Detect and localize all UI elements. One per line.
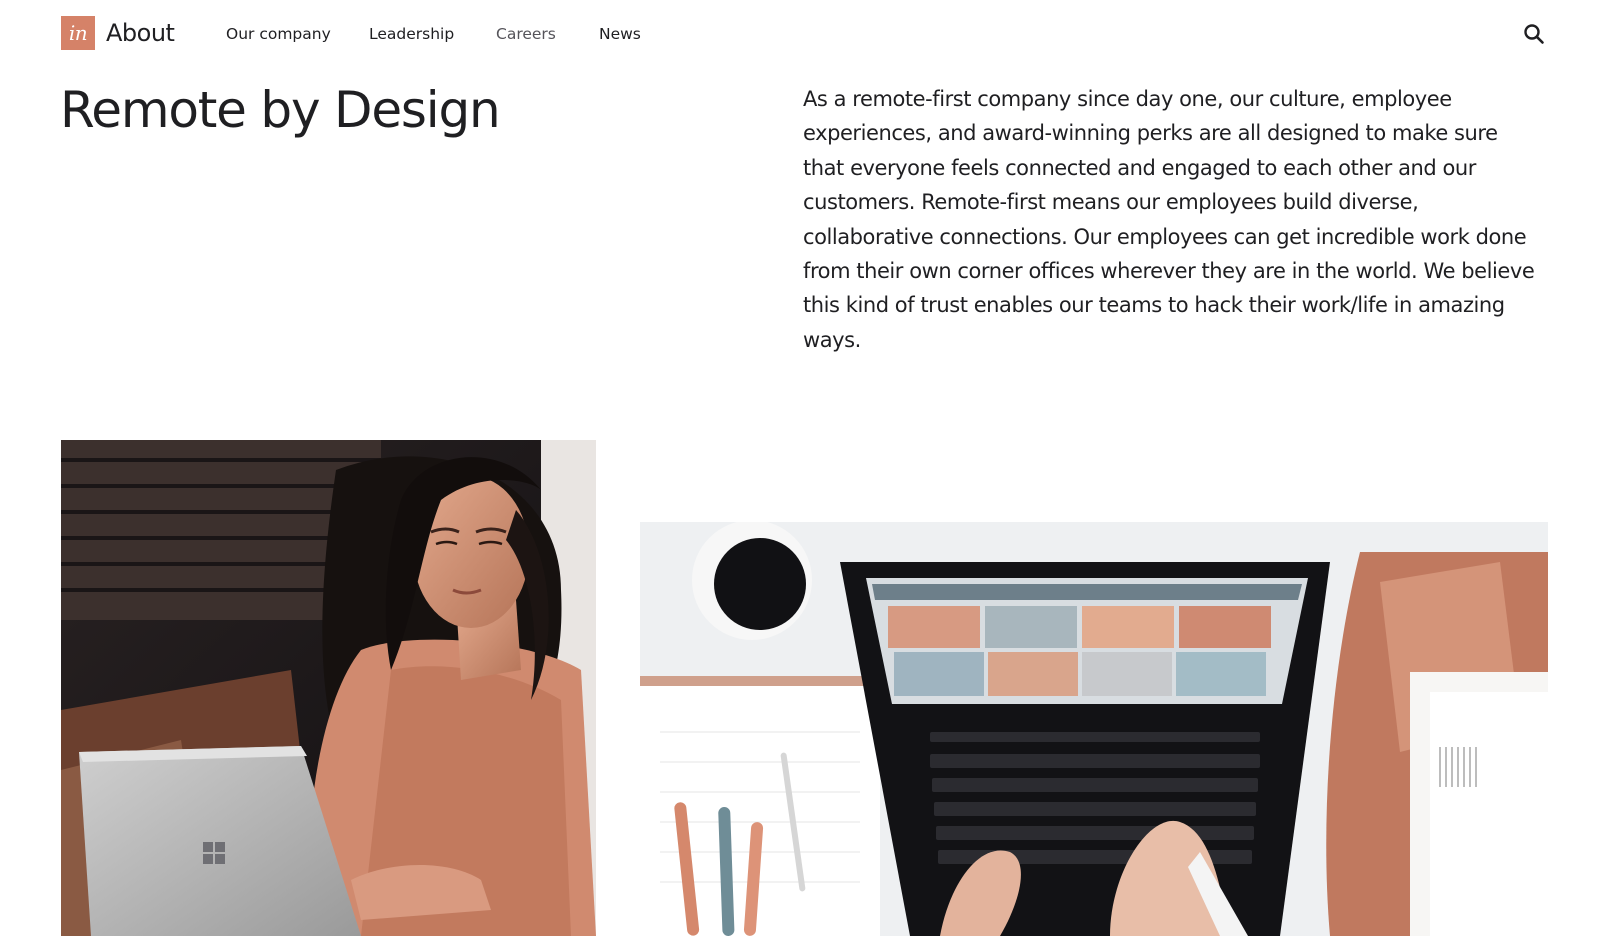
search-icon [1524, 24, 1544, 44]
search-button[interactable] [1522, 22, 1546, 46]
brand-name[interactable]: About [106, 17, 175, 49]
nav-leadership[interactable]: Leadership [369, 24, 454, 44]
photo-desk-with-laptop [640, 522, 1548, 936]
site-header: in About Our company Leadership Careers … [0, 0, 1600, 68]
page: in About Our company Leadership Careers … [0, 0, 1600, 936]
nav-our-company[interactable]: Our company [226, 24, 331, 44]
nav-news[interactable]: News [599, 24, 641, 44]
page-title: Remote by Design [60, 81, 501, 139]
photo-woman-with-laptop [61, 440, 596, 936]
invision-logo[interactable]: in [61, 16, 95, 50]
intro-paragraph: As a remote-first company since day one,… [803, 87, 1535, 352]
nav-careers[interactable]: Careers [496, 24, 556, 44]
